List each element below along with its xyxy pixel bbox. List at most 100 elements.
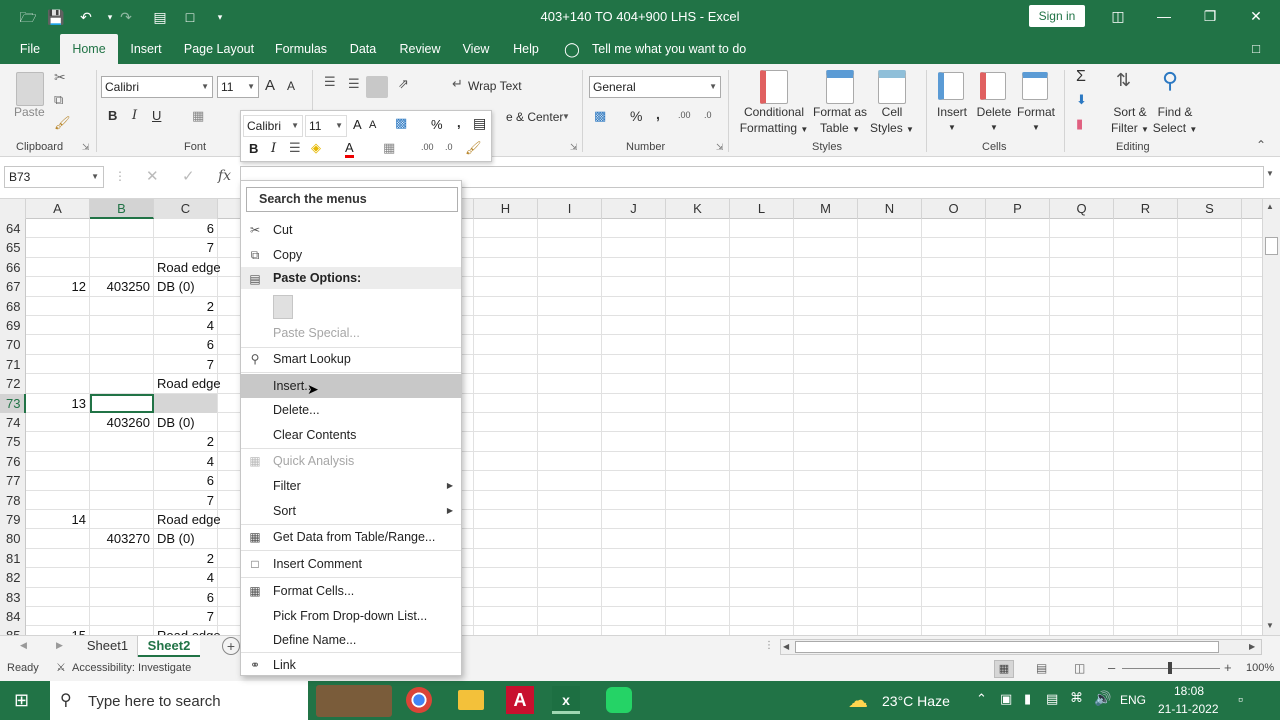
copy-icon[interactable]: ⧉ [54, 92, 63, 108]
cell-empty[interactable] [794, 335, 858, 355]
wifi-icon[interactable]: ⌘ [1070, 690, 1083, 706]
cell-b[interactable] [90, 432, 154, 452]
paste-icon[interactable] [16, 72, 44, 106]
cell-empty[interactable] [474, 374, 538, 394]
close-icon[interactable]: ✕ [1244, 6, 1268, 26]
cell-empty[interactable] [474, 471, 538, 491]
cell-empty[interactable] [922, 626, 986, 635]
cell-empty[interactable] [986, 354, 1050, 375]
cell-empty[interactable] [1114, 219, 1178, 239]
row-header[interactable]: 82 [0, 568, 26, 588]
cell-b[interactable]: 403270 [90, 529, 154, 549]
menu-item-delete[interactable]: Delete... [241, 398, 461, 422]
clear-eraser-icon[interactable]: ▮ [1076, 116, 1083, 132]
row-header[interactable]: 73 [0, 393, 26, 413]
col-header-l[interactable]: L [730, 199, 794, 219]
cell-empty[interactable] [794, 529, 858, 549]
cell-empty[interactable] [858, 219, 922, 239]
vertical-scrollbar[interactable]: ▲ ▼ [1262, 199, 1280, 635]
cell-empty[interactable] [922, 432, 986, 452]
page-layout-view-icon[interactable]: ▤ [1036, 661, 1047, 675]
cell-b[interactable] [90, 607, 154, 627]
row-header[interactable]: 75 [0, 432, 26, 452]
cell-empty[interactable] [666, 510, 730, 530]
format-as-table-icon[interactable] [826, 70, 854, 104]
mini-align-icon[interactable]: ☰ [289, 140, 301, 156]
cell-empty[interactable] [538, 490, 602, 510]
tab-file[interactable]: File [12, 40, 48, 64]
delete-cells-button[interactable]: Delete ▼ [972, 104, 1016, 136]
new-sheet-icon[interactable]: + [222, 637, 240, 655]
network-icon[interactable]: ▤ [1046, 691, 1058, 707]
wrap-text-button[interactable]: Wrap Text [468, 79, 522, 93]
cell-b[interactable] [90, 393, 154, 413]
cell-empty[interactable] [1114, 393, 1178, 413]
cell-empty[interactable] [986, 277, 1050, 297]
clipboard-launcher-icon[interactable]: ⇲ [82, 142, 90, 153]
find-select-button[interactable]: Find & Select ▼ [1150, 104, 1200, 138]
cell-empty[interactable] [794, 238, 858, 258]
cell-empty[interactable] [666, 335, 730, 355]
cell-empty[interactable] [1178, 607, 1242, 627]
cell-empty[interactable] [730, 568, 794, 588]
cell-b[interactable] [90, 316, 154, 336]
cell-empty[interactable] [602, 296, 666, 316]
cell-empty[interactable] [1178, 296, 1242, 316]
cell-empty[interactable] [538, 374, 602, 394]
cell-empty[interactable] [1114, 277, 1178, 297]
tray-overflow-icon[interactable]: ⌃ [976, 691, 987, 707]
fill-icon[interactable]: ⬇ [1076, 92, 1087, 108]
cell-a[interactable] [26, 490, 90, 510]
cell-empty[interactable] [1178, 587, 1242, 607]
cell-empty[interactable] [986, 510, 1050, 530]
cell-empty[interactable] [1114, 587, 1178, 607]
cell-a[interactable] [26, 257, 90, 278]
menu-item-insert[interactable]: Insert... ➤ [241, 374, 461, 398]
menu-item-copy[interactable]: ⧉ Copy [241, 243, 461, 267]
cell-b[interactable] [90, 626, 154, 635]
cell-empty[interactable] [730, 296, 794, 316]
cell-empty[interactable] [1178, 548, 1242, 569]
cell-empty[interactable] [794, 277, 858, 297]
cell-empty[interactable] [1050, 238, 1114, 258]
row-header[interactable]: 67 [0, 277, 26, 297]
format-as-table-button[interactable]: Format as Table ▼ [810, 104, 870, 138]
cell-empty[interactable] [1114, 296, 1178, 316]
cell-empty[interactable] [1178, 413, 1242, 433]
cell-a[interactable]: 14 [26, 510, 90, 530]
cell-empty[interactable] [1114, 490, 1178, 510]
cell-empty[interactable] [922, 354, 986, 375]
cell-empty[interactable] [666, 413, 730, 433]
horizontal-scrollbar[interactable]: ◀ ▶ [780, 639, 1262, 655]
cell-empty[interactable] [602, 316, 666, 336]
restore-icon[interactable]: ❐ [1198, 6, 1222, 26]
cell-empty[interactable] [1050, 354, 1114, 375]
cell-empty[interactable] [602, 277, 666, 297]
cell-empty[interactable] [666, 529, 730, 549]
cell-empty[interactable] [1114, 548, 1178, 569]
cell-b[interactable] [90, 335, 154, 355]
cell-empty[interactable] [666, 219, 730, 239]
taskbar-search-box[interactable]: ⚲ Type here to search [50, 681, 308, 720]
cell-empty[interactable] [1178, 626, 1242, 635]
cell-empty[interactable] [1178, 374, 1242, 394]
zoom-in-icon[interactable]: + [1224, 660, 1232, 675]
cell-a[interactable]: 12 [26, 277, 90, 297]
horizontal-scroll-thumb[interactable] [795, 641, 1219, 653]
cell-empty[interactable] [858, 374, 922, 394]
battery-icon[interactable]: ▮ [1024, 691, 1031, 707]
cell-empty[interactable] [1050, 607, 1114, 627]
cell-empty[interactable] [538, 413, 602, 433]
cell-c[interactable] [154, 393, 218, 413]
cell-empty[interactable] [858, 413, 922, 433]
cell-empty[interactable] [730, 316, 794, 336]
cell-c[interactable]: 7 [154, 238, 218, 258]
cell-empty[interactable] [794, 374, 858, 394]
cell-c[interactable]: 6 [154, 219, 218, 239]
cell-empty[interactable] [1050, 490, 1114, 510]
cell-b[interactable] [90, 548, 154, 569]
col-header-n[interactable]: N [858, 199, 922, 219]
cell-empty[interactable] [666, 607, 730, 627]
italic-button[interactable]: I [132, 108, 137, 123]
cell-empty[interactable] [474, 257, 538, 278]
